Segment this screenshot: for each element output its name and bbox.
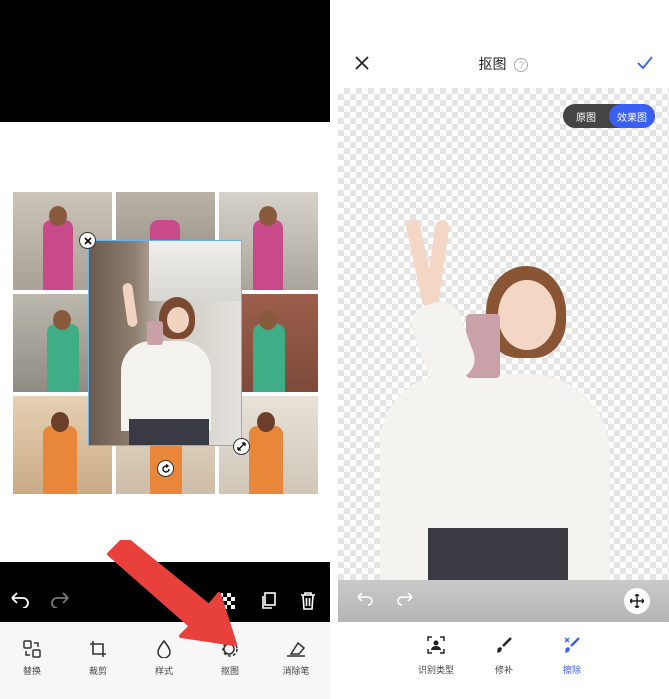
rotate-handle[interactable] bbox=[157, 460, 174, 477]
editor-canvas bbox=[0, 122, 330, 562]
close-icon bbox=[83, 236, 92, 245]
divider bbox=[330, 0, 338, 699]
tool-label: 消除笔 bbox=[282, 666, 310, 676]
resize-icon bbox=[237, 442, 246, 451]
page-title: 抠图 ? bbox=[338, 54, 669, 74]
eraser-icon bbox=[268, 638, 324, 660]
delete-handle[interactable] bbox=[79, 232, 96, 249]
redo-icon[interactable] bbox=[396, 592, 414, 611]
recognize-icon bbox=[406, 636, 466, 659]
tool-recognize[interactable]: 识别类型 bbox=[406, 636, 466, 676]
cutout-tool-bar: 识别类型 修补 擦除 bbox=[338, 622, 669, 699]
rotate-icon bbox=[161, 463, 170, 473]
delete-icon[interactable] bbox=[300, 592, 316, 613]
tool-swap[interactable]: 替换 bbox=[4, 638, 60, 677]
redo-icon[interactable] bbox=[50, 592, 70, 611]
swap-icon bbox=[4, 638, 60, 660]
canvas-controls bbox=[338, 580, 669, 622]
right-screen: 抠图 ? 原图 效果图 识别类型 修补 擦除 bbox=[338, 0, 669, 699]
left-screen: 替换 裁剪 样式 抠图 消除笔 bbox=[0, 0, 330, 699]
title-text: 抠图 bbox=[478, 56, 507, 72]
tool-repair[interactable]: 修补 bbox=[474, 636, 534, 676]
undo-icon[interactable] bbox=[356, 592, 374, 611]
move-icon[interactable] bbox=[624, 588, 650, 614]
tool-label: 识别类型 bbox=[417, 665, 454, 675]
undo-icon[interactable] bbox=[10, 592, 30, 611]
view-toggle[interactable]: 原图 效果图 bbox=[563, 104, 655, 128]
selected-photo[interactable] bbox=[88, 240, 242, 446]
tool-label: 样式 bbox=[154, 666, 173, 676]
toggle-original[interactable]: 原图 bbox=[563, 104, 609, 128]
help-icon[interactable]: ? bbox=[514, 58, 529, 72]
header: 抠图 ? bbox=[338, 0, 669, 88]
tool-eraser[interactable]: 消除笔 bbox=[268, 638, 324, 677]
erase-brush-icon bbox=[542, 636, 602, 659]
toggle-result[interactable]: 效果图 bbox=[609, 104, 655, 128]
tool-label: 替换 bbox=[22, 666, 41, 676]
cutout-canvas[interactable] bbox=[338, 88, 669, 582]
red-arrow-annotation bbox=[107, 540, 237, 646]
brush-icon bbox=[474, 636, 534, 659]
copy-icon[interactable] bbox=[261, 592, 277, 613]
confirm-check-icon[interactable] bbox=[637, 56, 653, 75]
tool-label: 擦除 bbox=[562, 665, 581, 675]
tool-label: 修补 bbox=[494, 665, 513, 675]
tool-erase[interactable]: 擦除 bbox=[542, 636, 602, 676]
tool-label: 裁剪 bbox=[88, 666, 107, 676]
resize-handle[interactable] bbox=[233, 438, 250, 455]
cutout-subject bbox=[358, 217, 618, 582]
top-black-area bbox=[0, 0, 330, 122]
tool-label: 抠图 bbox=[220, 666, 239, 676]
